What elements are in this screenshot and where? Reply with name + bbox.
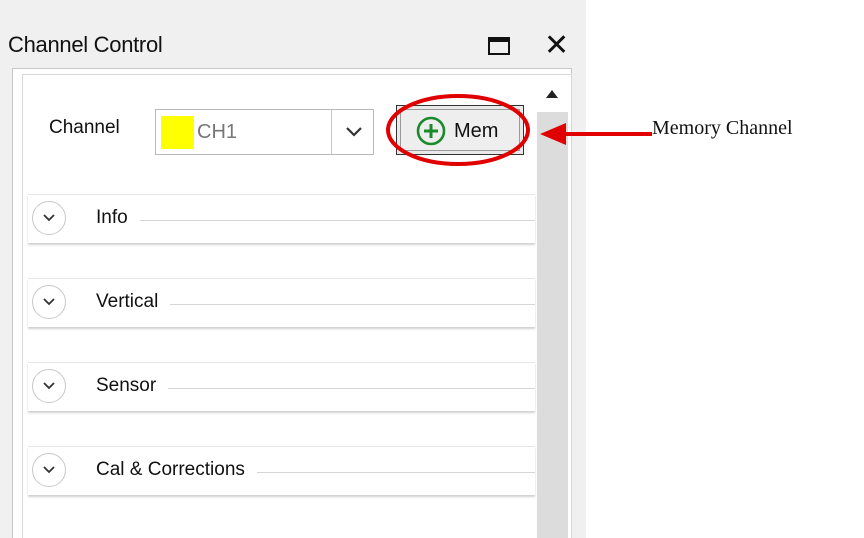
section-label: Cal & Corrections xyxy=(96,459,257,481)
memory-channel-button[interactable]: Mem xyxy=(396,105,524,155)
section-info[interactable]: Info xyxy=(28,194,535,243)
mem-button-face: Mem xyxy=(400,109,520,151)
channel-dropdown[interactable]: CH1 xyxy=(155,109,374,155)
plus-circle-icon xyxy=(416,116,446,146)
channel-selected-value: CH1 xyxy=(197,121,238,143)
channel-control-panel: Channel Control ✕ Channel CH1 Mem Info V… xyxy=(0,0,586,538)
expand-chevron-icon[interactable] xyxy=(32,369,66,403)
scroll-up-arrow-icon[interactable] xyxy=(535,80,570,110)
dropdown-divider xyxy=(331,110,332,154)
panel-titlebar: Channel Control ✕ xyxy=(0,8,586,66)
expand-chevron-icon[interactable] xyxy=(32,201,66,235)
vertical-scrollbar[interactable] xyxy=(535,80,570,538)
section-label: Info xyxy=(96,207,140,229)
callout-label: Memory Channel xyxy=(652,117,793,139)
channel-color-swatch xyxy=(161,116,194,149)
expand-chevron-icon[interactable] xyxy=(32,285,66,319)
section-vertical[interactable]: Vertical xyxy=(28,278,535,327)
chevron-down-icon[interactable] xyxy=(342,120,366,144)
callout-arrow-icon xyxy=(540,123,652,145)
channel-label: Channel xyxy=(49,117,120,138)
close-icon[interactable]: ✕ xyxy=(544,28,569,64)
section-label: Vertical xyxy=(96,291,171,313)
scroll-thumb[interactable] xyxy=(537,112,568,538)
mem-button-label: Mem xyxy=(454,120,499,142)
panel-title: Channel Control xyxy=(8,32,163,57)
section-sensor[interactable]: Sensor xyxy=(28,362,535,411)
maximize-icon[interactable] xyxy=(488,37,510,55)
section-label: Sensor xyxy=(96,375,169,397)
expand-chevron-icon[interactable] xyxy=(32,453,66,487)
section-divider-line xyxy=(96,220,535,221)
section-cal-corrections[interactable]: Cal & Corrections xyxy=(28,446,535,495)
